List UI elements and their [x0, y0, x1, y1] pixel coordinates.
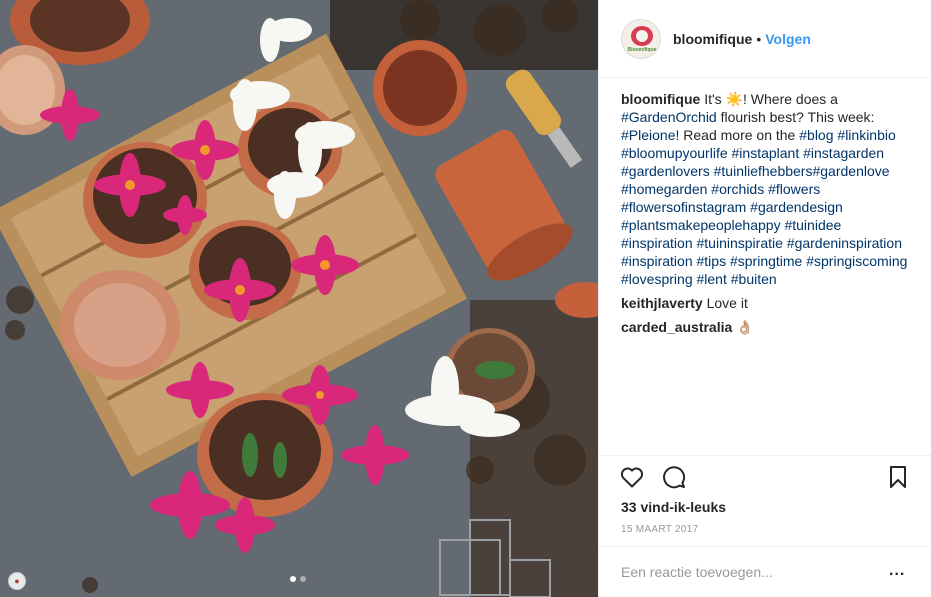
header-text: bloomifique • Volgen — [673, 31, 811, 47]
author-username[interactable]: bloomifique — [673, 31, 752, 47]
hashtag-list: #linkinbio #bloomupyourlife #instaplant … — [621, 127, 907, 287]
avatar-logo-text: Bloomifique — [627, 46, 657, 53]
photo-illustration — [0, 0, 598, 597]
tag-icon[interactable]: ● — [8, 572, 26, 590]
hashtag-link[interactable]: #instaplant — [732, 145, 800, 161]
hashtag-link[interactable]: #tips — [697, 253, 727, 269]
carousel-indicator — [290, 576, 306, 582]
add-comment-section: ... — [599, 546, 931, 597]
hashtag-link[interactable]: #bloomupyourlife — [621, 145, 728, 161]
comment-icon[interactable] — [661, 464, 687, 490]
hashtag-link[interactable]: #plantsmakepeoplehappy — [621, 217, 781, 233]
carousel-dot — [300, 576, 306, 582]
hashtag-link[interactable]: #inspiration — [621, 235, 693, 251]
hashtag-link[interactable]: #instagarden — [803, 145, 884, 161]
caption-username[interactable]: bloomifique — [621, 91, 700, 107]
hashtag-link[interactable]: #blog — [799, 127, 833, 143]
comments-section: bloomifique It's ☀️! Where does a #Garde… — [621, 90, 916, 450]
post-side-panel: Bloomifique bloomifique • Volgen bloomif… — [598, 0, 931, 597]
caption-text: It's — [700, 91, 726, 107]
hashtag-link[interactable]: #lent — [697, 271, 727, 287]
hashtag-link[interactable]: #orchids — [711, 181, 764, 197]
like-count[interactable]: 33 vind-ik-leuks — [621, 499, 726, 515]
post-caption: bloomifique It's ☀️! Where does a #Garde… — [621, 90, 916, 288]
more-options-icon[interactable]: ... — [889, 563, 905, 579]
caption-text: flourish best? This week: — [716, 109, 875, 125]
avatar[interactable]: Bloomifique — [621, 18, 661, 59]
avatar-logo-icon — [631, 25, 653, 46]
hashtag-link[interactable]: #gardeninspiration — [787, 235, 902, 251]
post-actions: 33 vind-ik-leuks 15 MAART 2017 — [599, 455, 931, 547]
hashtag-link[interactable]: #homegarden — [621, 181, 707, 197]
hashtag-link[interactable]: #linkinbio — [837, 127, 895, 143]
post-header: Bloomifique bloomifique • Volgen — [599, 0, 931, 78]
hashtag-link[interactable]: #tuinidee — [784, 217, 841, 233]
hashtag-link[interactable]: #inspiration — [621, 253, 693, 269]
comment-input[interactable] — [621, 564, 881, 580]
hashtag-link[interactable]: #tuinliefhebbers#gardenlove — [714, 163, 890, 179]
hashtag-link[interactable]: #flowersofinstagram — [621, 199, 746, 215]
hashtag-link[interactable]: #GardenOrchid — [621, 109, 717, 125]
comment-username[interactable]: carded_australia — [621, 319, 732, 335]
comment: keithjlaverty Love it — [621, 294, 916, 312]
hashtag-link[interactable]: #gardendesign — [750, 199, 843, 215]
header-separator: • — [756, 30, 762, 47]
hashtag-link[interactable]: #springiscoming — [806, 253, 907, 269]
bookmark-icon[interactable] — [885, 464, 911, 490]
hashtag-link[interactable]: #springtime — [730, 253, 802, 269]
post-photo[interactable]: ● — [0, 0, 598, 597]
hashtag-link[interactable]: #buiten — [731, 271, 777, 287]
action-row — [619, 464, 687, 490]
comment-text: 👌🏼 — [732, 319, 754, 335]
heart-icon[interactable] — [619, 464, 645, 490]
carousel-dot-active — [290, 576, 296, 582]
follow-button[interactable]: Volgen — [765, 31, 811, 47]
hashtag-link[interactable]: #lovespring — [621, 271, 693, 287]
caption-text: ! Where does a — [743, 91, 838, 107]
hashtag-link[interactable]: #gardenlovers — [621, 163, 710, 179]
post-date[interactable]: 15 MAART 2017 — [621, 524, 698, 535]
caption-text: ! Read more on the — [675, 127, 800, 143]
hashtag-link[interactable]: #Pleione — [621, 127, 676, 143]
hashtag-link[interactable]: #flowers — [768, 181, 820, 197]
hashtag-link[interactable]: #tuininspiratie — [697, 235, 783, 251]
comment: carded_australia 👌🏼 — [621, 318, 916, 336]
comment-username[interactable]: keithjlaverty — [621, 295, 703, 311]
comment-text: Love it — [702, 295, 748, 311]
sun-emoji: ☀️ — [725, 91, 743, 107]
